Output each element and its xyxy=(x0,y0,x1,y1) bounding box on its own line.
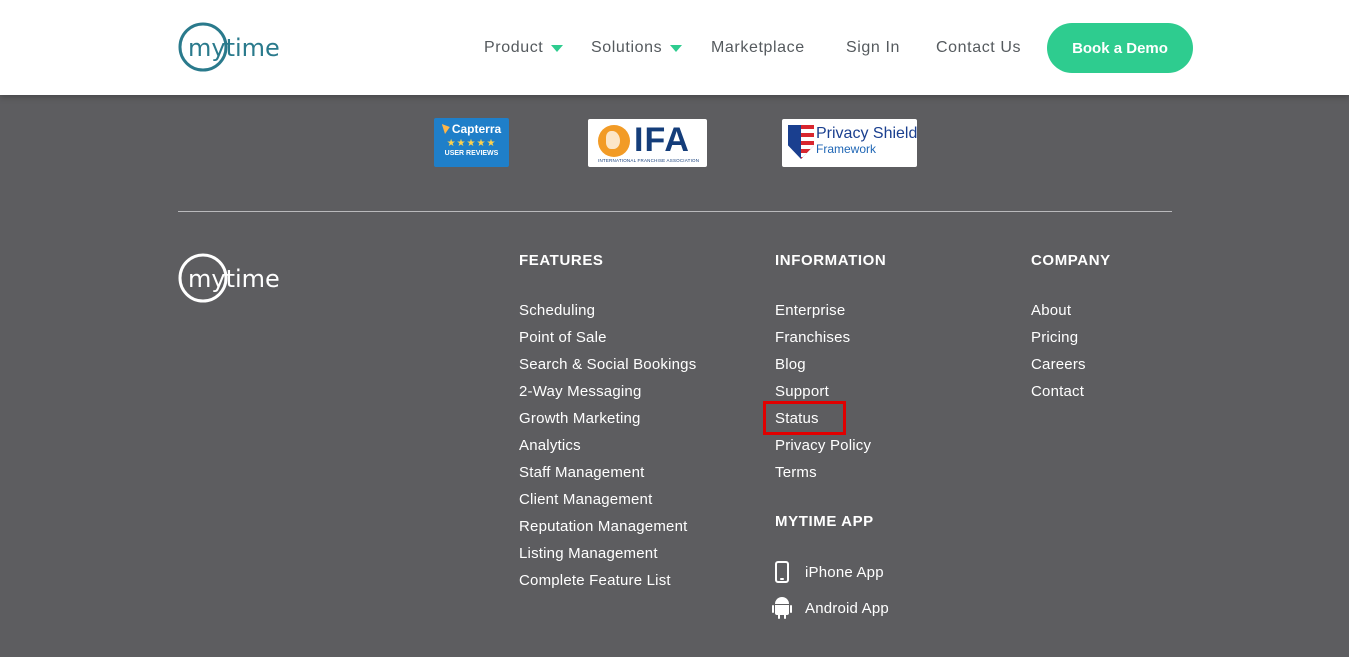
chevron-down-icon xyxy=(551,44,564,52)
footer-link-analytics[interactable]: Analytics xyxy=(519,436,581,456)
footer-link-scheduling[interactable]: Scheduling xyxy=(519,301,595,321)
footer-link-privacy-policy[interactable]: Privacy Policy xyxy=(775,436,871,456)
footer-divider xyxy=(178,211,1172,212)
book-demo-button[interactable]: Book a Demo xyxy=(1047,23,1193,73)
logo-text: mytime xyxy=(188,34,280,62)
footer-link-point-of-sale[interactable]: Point of Sale xyxy=(519,328,607,348)
capterra-sub: USER REVIEWS xyxy=(444,150,499,157)
nav-solutions[interactable]: Solutions xyxy=(591,39,683,57)
capterra-title: Capterra xyxy=(434,122,509,136)
privacy-shield-title: Privacy Shield xyxy=(816,125,918,142)
footer-link-blog[interactable]: Blog xyxy=(775,355,806,375)
footer-link-staff-management[interactable]: Staff Management xyxy=(519,463,645,483)
site-header: mytime Product Solutions Marketplace Sig… xyxy=(0,0,1349,95)
footer-link-client-management[interactable]: Client Management xyxy=(519,490,652,510)
footer-mytime-logo[interactable]: mytime xyxy=(178,252,300,306)
privacy-shield-badge[interactable]: Privacy Shield Framework xyxy=(782,119,917,167)
shield-icon xyxy=(788,125,814,159)
nav-sign-in[interactable]: Sign In xyxy=(846,39,900,57)
footer-link-2-way-messaging[interactable]: 2-Way Messaging xyxy=(519,382,642,402)
nav-marketplace[interactable]: Marketplace xyxy=(711,39,805,57)
capterra-title-text: Capterra xyxy=(451,122,502,136)
android-icon xyxy=(772,597,792,619)
footer-link-status[interactable]: Status xyxy=(775,409,819,429)
privacy-shield-sub: Framework xyxy=(816,142,877,156)
footer-link-growth-marketing[interactable]: Growth Marketing xyxy=(519,409,641,429)
globe-icon xyxy=(598,125,630,157)
capterra-badge[interactable]: Capterra ★★★★★ USER REVIEWS xyxy=(434,118,509,167)
footer-link-terms[interactable]: Terms xyxy=(775,463,817,483)
android-app-label: Android App xyxy=(805,599,889,617)
chevron-down-icon xyxy=(670,44,683,52)
footer-link-enterprise[interactable]: Enterprise xyxy=(775,301,845,321)
capterra-logo-icon xyxy=(441,124,450,134)
ifa-title: IFA xyxy=(634,121,690,159)
footer-link-complete-feature-list[interactable]: Complete Feature List xyxy=(519,571,671,591)
information-heading: INFORMATION xyxy=(775,252,887,269)
ifa-badge[interactable]: IFA INTERNATIONAL FRANCHISE ASSOCIATION xyxy=(588,119,707,167)
nav-product[interactable]: Product xyxy=(484,39,564,57)
iphone-app-link[interactable]: iPhone App xyxy=(775,561,884,583)
footer-link-pricing[interactable]: Pricing xyxy=(1031,328,1078,348)
android-app-link[interactable]: Android App xyxy=(772,597,889,619)
ifa-sub: INTERNATIONAL FRANCHISE ASSOCIATION xyxy=(598,158,700,163)
nav-contact-us[interactable]: Contact Us xyxy=(936,39,1021,57)
footer-link-about[interactable]: About xyxy=(1031,301,1071,321)
features-heading: FEATURES xyxy=(519,252,604,269)
footer-link-franchises[interactable]: Franchises xyxy=(775,328,850,348)
mytime-logo[interactable]: mytime xyxy=(178,21,300,75)
nav-solutions-label: Solutions xyxy=(591,39,663,56)
capterra-stars: ★★★★★ xyxy=(446,138,497,149)
footer-link-reputation-management[interactable]: Reputation Management xyxy=(519,517,687,537)
footer-link-careers[interactable]: Careers xyxy=(1031,355,1086,375)
footer-link-listing-management[interactable]: Listing Management xyxy=(519,544,658,564)
iphone-app-label: iPhone App xyxy=(805,563,884,581)
footer-link-search-social-bookings[interactable]: Search & Social Bookings xyxy=(519,355,696,375)
smartphone-icon xyxy=(775,561,789,583)
footer-link-support[interactable]: Support xyxy=(775,382,829,402)
nav-product-label: Product xyxy=(484,39,544,56)
footer-link-contact[interactable]: Contact xyxy=(1031,382,1084,402)
company-heading: COMPANY xyxy=(1031,252,1111,269)
footer-logo-text: mytime xyxy=(188,265,280,293)
mytime-app-heading: MYTIME APP xyxy=(775,513,874,530)
